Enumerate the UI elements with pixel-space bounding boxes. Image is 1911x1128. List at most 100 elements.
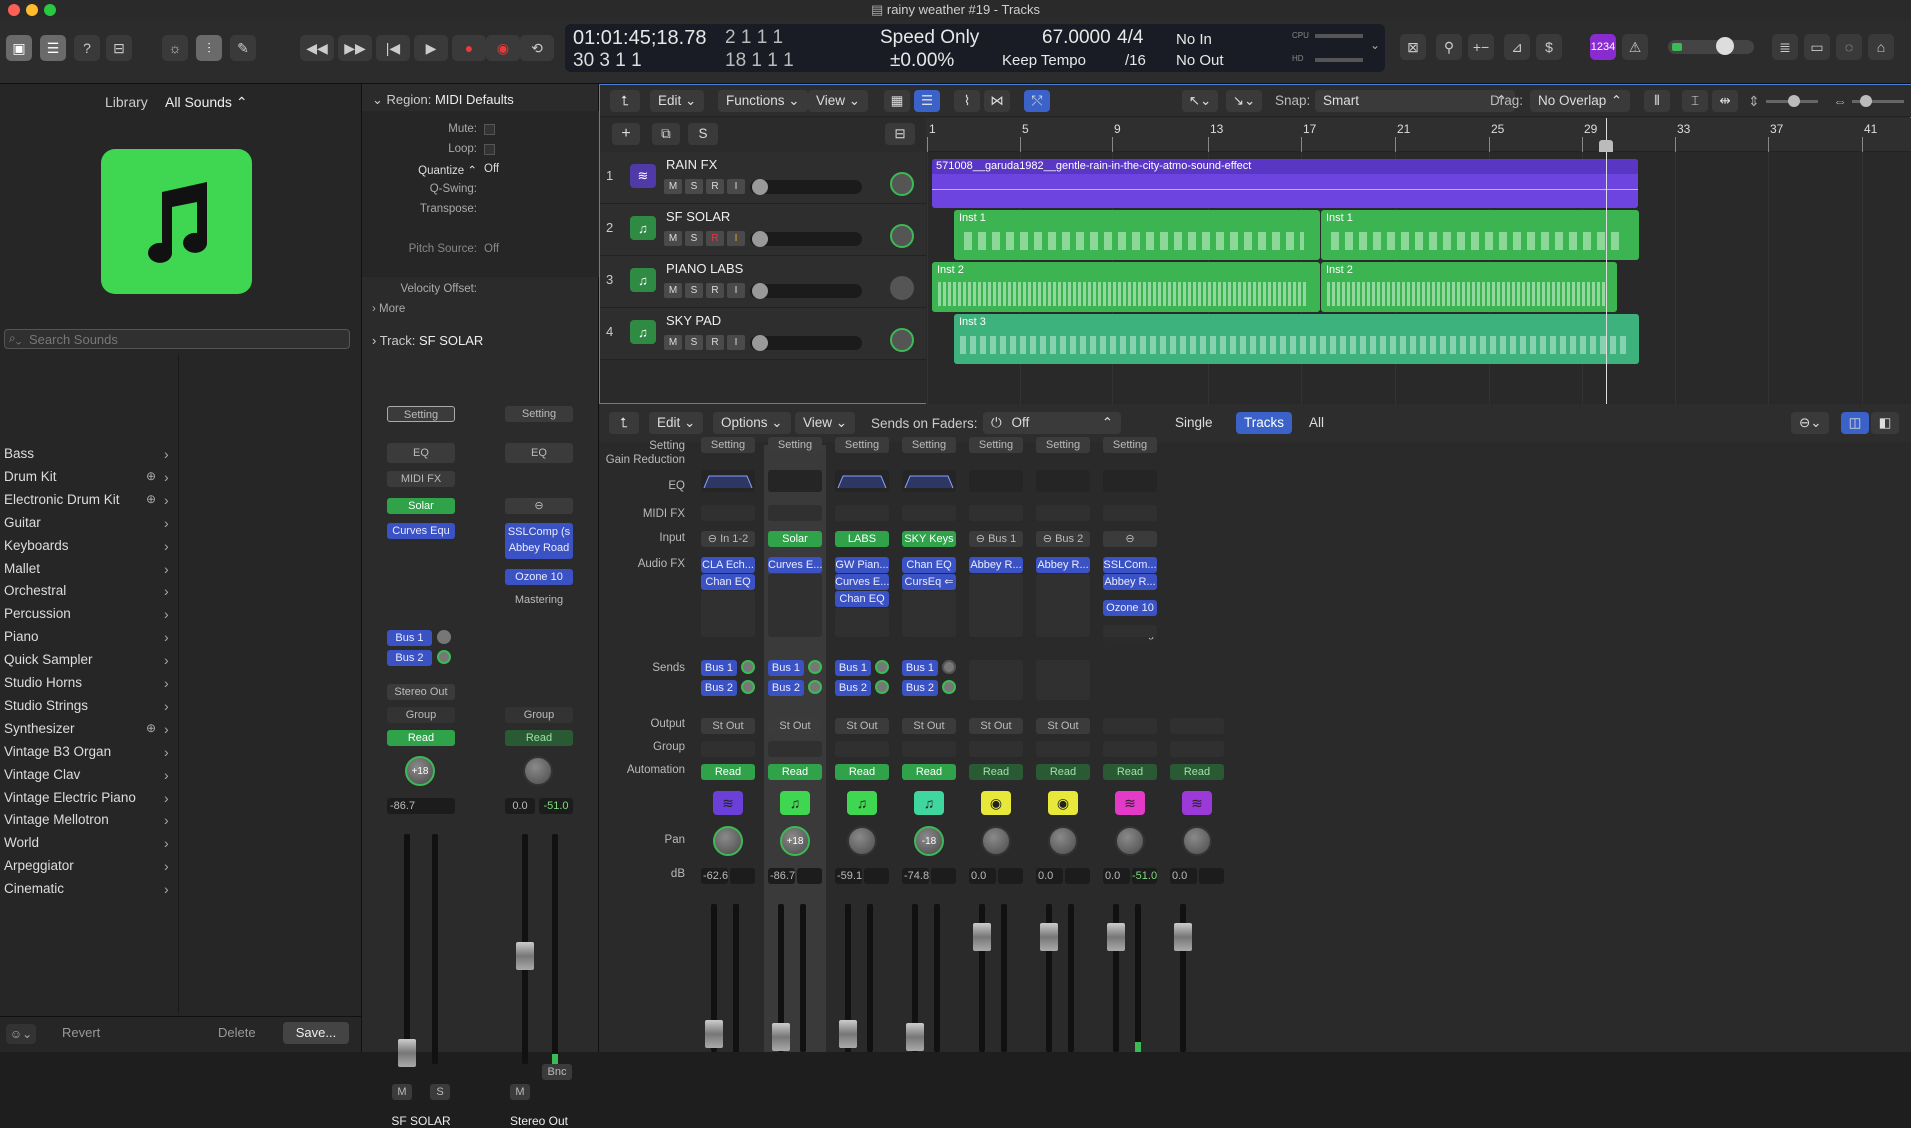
- count-in-badge[interactable]: 1234: [1590, 34, 1616, 60]
- inspector-toggle-icon[interactable]: ☰: [40, 35, 66, 61]
- all-view-button[interactable]: All: [1301, 412, 1333, 434]
- send-bus2[interactable]: Bus 2: [387, 650, 432, 666]
- send-slot[interactable]: Bus 1: [835, 660, 871, 676]
- zoom-window-button[interactable]: [44, 4, 56, 16]
- horizontal-zoom-slider[interactable]: [1852, 95, 1904, 107]
- bounce-button[interactable]: Bnc: [542, 1064, 572, 1080]
- automation-mode-button[interactable]: Read: [1036, 764, 1090, 780]
- audio-fx-slot[interactable]: Chan EQ: [835, 591, 889, 607]
- library-item[interactable]: Vintage B3 Organ ›: [4, 744, 174, 764]
- midi-region-inst2a[interactable]: Inst 2: [932, 262, 1320, 312]
- audio-fx-slot[interactable]: Curves E...: [835, 574, 889, 590]
- track-name[interactable]: RAIN FX: [666, 157, 717, 172]
- tracks-edit-menu[interactable]: Edit ⌄: [650, 90, 705, 112]
- setting-button[interactable]: Setting: [701, 437, 755, 453]
- track-name[interactable]: SKY PAD: [666, 313, 721, 328]
- pitch-source-dropdown[interactable]: Off: [484, 243, 584, 255]
- save-button[interactable]: Save...: [283, 1022, 349, 1044]
- eq-thumbnail[interactable]: [1103, 470, 1157, 492]
- empty-fx-slot[interactable]: [902, 591, 956, 637]
- mixer-toggle-icon[interactable]: ⫶: [196, 35, 222, 61]
- library-item[interactable]: Studio Strings ›: [4, 698, 174, 718]
- pan-knob[interactable]: [847, 826, 877, 856]
- audio-fx-slot[interactable]: GW Pian...: [835, 557, 889, 573]
- send-slot[interactable]: Bus 1: [768, 660, 804, 676]
- send-level-knob[interactable]: [741, 660, 755, 674]
- volume-fader-handle[interactable]: [1107, 923, 1125, 951]
- volume-fader-handle[interactable]: [772, 1023, 790, 1051]
- eq-thumbnail[interactable]: [969, 470, 1023, 492]
- record-icon[interactable]: ●: [452, 35, 486, 61]
- track-record-button[interactable]: R: [706, 335, 724, 350]
- audio-fx-slot[interactable]: CLA Ech...: [701, 557, 755, 573]
- group-button[interactable]: Group: [505, 707, 573, 723]
- waveform-zoom-icon[interactable]: ⦀: [1644, 90, 1670, 112]
- snap-dropdown[interactable]: Smart ⌃: [1315, 90, 1515, 112]
- volume-readout[interactable]: 0.0: [969, 868, 996, 884]
- track-record-button[interactable]: R: [706, 179, 724, 194]
- fast-forward-icon[interactable]: ▶▶: [338, 35, 372, 61]
- midi-region-inst3[interactable]: Inst 3: [954, 314, 1639, 364]
- track-input-monitor-button[interactable]: I: [727, 283, 745, 298]
- track-header[interactable]: 3 ♫ PIANO LABS M S R I: [600, 256, 926, 308]
- setting-button[interactable]: Setting: [505, 406, 573, 422]
- automation-mode-button[interactable]: Read: [768, 764, 822, 780]
- volume-readout[interactable]: -74.8: [902, 868, 929, 884]
- loop-checkbox[interactable]: [484, 144, 495, 155]
- send-bus1-knob[interactable]: [437, 630, 451, 644]
- filter-icon[interactable]: ⊖⌄: [1791, 412, 1829, 434]
- library-item[interactable]: Vintage Clav ›: [4, 767, 174, 787]
- pan-knob[interactable]: [713, 826, 743, 856]
- volume-fader-handle[interactable]: [839, 1020, 857, 1048]
- lcd-menu-chevron-icon[interactable]: ⌄: [1370, 38, 1380, 52]
- track-alternative-icon[interactable]: ⊟: [885, 123, 915, 145]
- download-icon[interactable]: ⊕: [146, 492, 156, 506]
- lcd-division[interactable]: /16: [1125, 52, 1146, 69]
- output-button[interactable]: St Out: [835, 718, 889, 734]
- library-options-icon[interactable]: ☺⌄: [6, 1024, 36, 1044]
- eq-button[interactable]: EQ: [387, 443, 455, 463]
- automation-read-button[interactable]: Read: [505, 730, 573, 746]
- track-header[interactable]: 2 ♫ SF SOLAR M S R I: [600, 204, 926, 256]
- list-view-icon[interactable]: ☰: [914, 90, 940, 112]
- track-mute-button[interactable]: M: [664, 283, 682, 298]
- library-item[interactable]: Piano ›: [4, 629, 174, 649]
- send-slot[interactable]: Bus 1: [902, 660, 938, 676]
- input-button[interactable]: ⊖ Bus 2: [1036, 531, 1090, 547]
- ruler[interactable]: [926, 118, 1911, 152]
- pan-knob[interactable]: [1048, 826, 1078, 856]
- audio-fx-slot[interactable]: Abbey R...: [1103, 574, 1157, 590]
- group-slot[interactable]: [701, 741, 755, 757]
- setting-button[interactable]: Setting: [1103, 437, 1157, 453]
- output-button[interactable]: St Out: [768, 718, 822, 734]
- automation-mode-button[interactable]: Read: [969, 764, 1023, 780]
- tracks-view-menu[interactable]: View ⌄: [808, 90, 869, 112]
- volume-fader-handle[interactable]: [705, 1020, 723, 1048]
- track-mute-button[interactable]: M: [664, 231, 682, 246]
- output-icon[interactable]: ≋: [1182, 791, 1212, 815]
- empty-fx-slot[interactable]: [835, 608, 889, 637]
- library-toggle-icon[interactable]: ▣: [6, 35, 32, 61]
- volume-fader-handle[interactable]: [973, 923, 991, 951]
- setting-button[interactable]: Setting: [835, 437, 889, 453]
- track-record-button[interactable]: R: [706, 283, 724, 298]
- track-pan-knob[interactable]: [890, 276, 914, 300]
- track-input-monitor-button[interactable]: I: [727, 335, 745, 350]
- track-solo-button[interactable]: S: [685, 283, 703, 298]
- input-button[interactable]: LABS: [835, 531, 889, 547]
- volume-fader-handle[interactable]: [1174, 923, 1192, 951]
- track-header[interactable]: › Track: SF SOLAR: [372, 333, 483, 348]
- lcd-tempo[interactable]: 67.0000: [1042, 27, 1111, 49]
- automation-icon[interactable]: ⌇: [954, 90, 980, 112]
- library-item[interactable]: Orchestral ›: [4, 583, 174, 603]
- empty-fx-slot[interactable]: [1103, 625, 1157, 637]
- group-slot[interactable]: [835, 741, 889, 757]
- track-name[interactable]: SF SOLAR: [666, 209, 730, 224]
- track-header[interactable]: 1 ≋ RAIN FX M S R I: [600, 152, 926, 204]
- input-button[interactable]: Solar: [768, 531, 822, 547]
- vertical-zoom-slider[interactable]: [1766, 95, 1818, 107]
- browser-icon[interactable]: ⌂: [1868, 34, 1894, 60]
- playhead[interactable]: [1606, 118, 1607, 405]
- flex-icon[interactable]: ⋈: [984, 90, 1010, 112]
- global-solo-button[interactable]: S: [688, 123, 718, 145]
